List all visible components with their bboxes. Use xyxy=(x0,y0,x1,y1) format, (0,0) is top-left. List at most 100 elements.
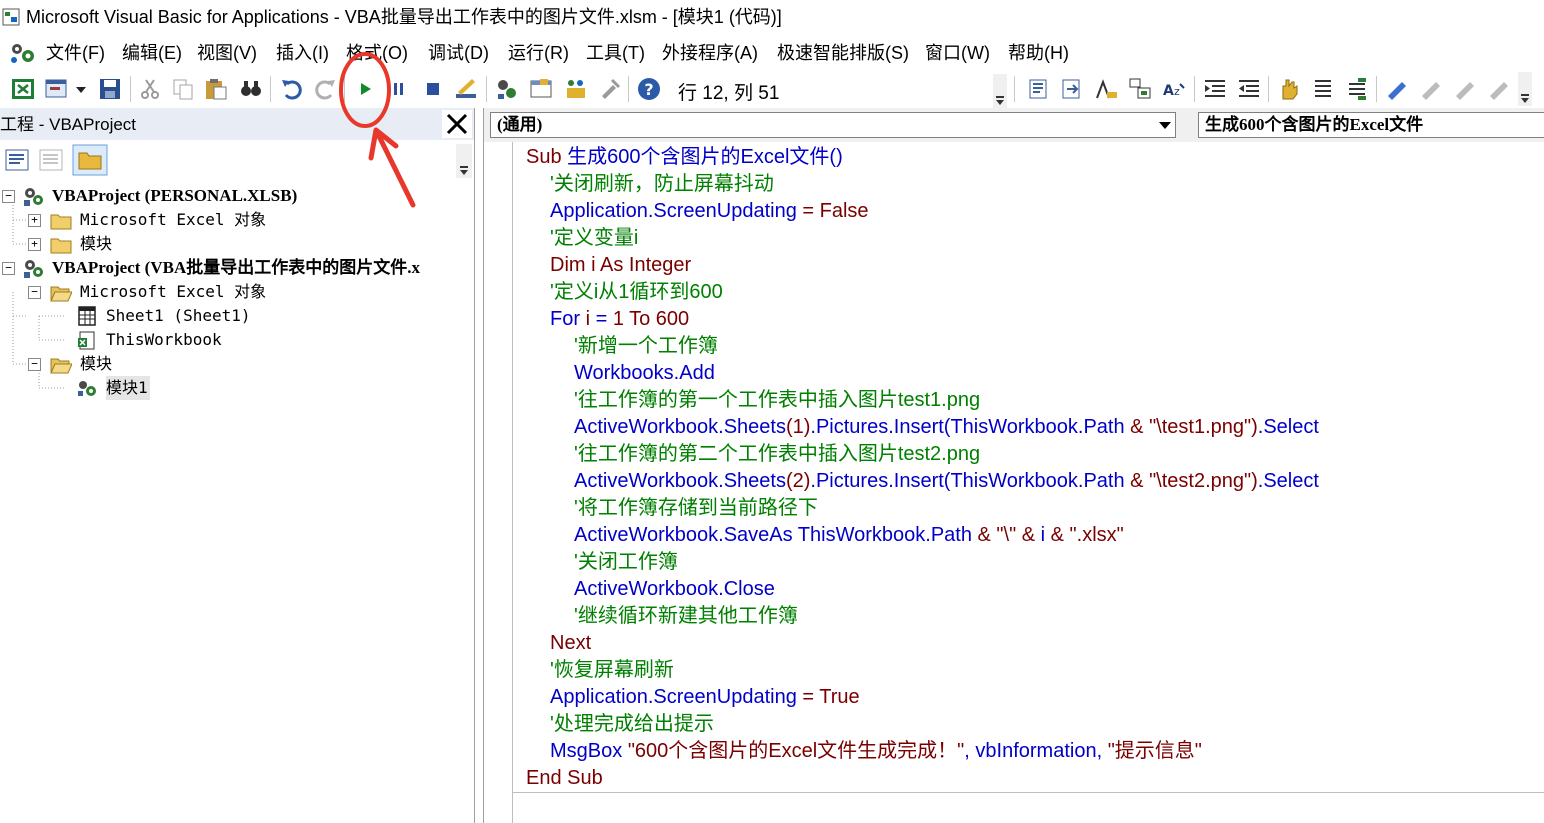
tree-toggle[interactable]: + xyxy=(28,238,41,251)
list-properties-icon[interactable] xyxy=(1026,76,1052,102)
toggle-bookmark-icon[interactable] xyxy=(1384,76,1410,102)
tree-toggle[interactable]: − xyxy=(28,358,41,371)
code-token: End Sub xyxy=(526,767,603,789)
vba-project-icon xyxy=(24,260,43,278)
view-excel-icon[interactable] xyxy=(10,76,36,102)
window-title: Microsoft Visual Basic for Applications … xyxy=(26,7,782,27)
object-dropdown[interactable]: (通用) xyxy=(490,112,1176,138)
cut-icon[interactable] xyxy=(137,76,163,102)
save-icon[interactable] xyxy=(97,76,123,102)
margin-indicator-bar[interactable] xyxy=(484,142,513,823)
code-editor[interactable]: Sub 生成600个含图片的Excel文件() '关闭刷新，防止屏幕抖动 Appli… xyxy=(484,142,1544,823)
complete-word-icon[interactable]: Az xyxy=(1161,76,1187,102)
horizontal-scrollbar[interactable] xyxy=(512,792,1544,823)
code-token: Application.ScreenUpdating xyxy=(550,200,797,222)
tree-toggle[interactable]: + xyxy=(28,214,41,227)
project-explorer-icon[interactable] xyxy=(494,76,520,102)
menu-smart-layout[interactable]: 极速智能排版(S) xyxy=(777,41,909,65)
tree-item-label[interactable]: Sheet1 (Sheet1) xyxy=(106,304,251,328)
menu-tools[interactable]: 工具(T) xyxy=(586,41,645,65)
code-line: '恢复屏幕刷新 xyxy=(550,657,674,684)
run-icon[interactable] xyxy=(352,76,378,102)
tree-item-label[interactable]: 模块 xyxy=(80,232,112,256)
project-explorer-header: 工程 - VBAProject xyxy=(0,108,476,140)
view-object-icon[interactable] xyxy=(38,148,64,172)
tree-item-label[interactable]: 模块 xyxy=(80,352,112,376)
insert-userform-icon[interactable] xyxy=(44,76,70,102)
tree-toggle[interactable]: − xyxy=(2,262,15,275)
menu-run[interactable]: 运行(R) xyxy=(508,41,569,65)
tree-item-label[interactable]: 模块1 xyxy=(106,376,150,400)
toggle-breakpoint-icon[interactable] xyxy=(1276,76,1302,102)
clear-bookmarks-icon[interactable] xyxy=(1486,76,1512,102)
stop-icon[interactable] xyxy=(420,76,446,102)
toolbar-overflow-icon[interactable] xyxy=(456,144,472,178)
redo-icon[interactable] xyxy=(312,76,338,102)
panel-splitter[interactable] xyxy=(474,108,484,823)
parameter-info-icon[interactable] xyxy=(1127,76,1153,102)
menu-format[interactable]: 格式(O) xyxy=(346,41,408,65)
menu-window[interactable]: 窗口(W) xyxy=(925,41,990,65)
code-token: '往工作簿的第二个工作表中插入图片test2.png xyxy=(574,443,981,465)
menu-debug[interactable]: 调试(D) xyxy=(428,41,489,65)
object-browser-icon[interactable] xyxy=(563,76,589,102)
tree-item-label[interactable]: VBAProject (PERSONAL.XLSB) xyxy=(52,184,297,208)
open-folder-icon xyxy=(50,286,72,302)
code-token: '处理完成给出提示 xyxy=(550,713,714,735)
code-token: '往工作簿的第一个工作表中插入图片test1.png xyxy=(574,389,981,411)
design-mode-icon[interactable] xyxy=(453,76,479,102)
previous-bookmark-icon[interactable] xyxy=(1452,76,1478,102)
uncomment-block-icon[interactable] xyxy=(1344,76,1370,102)
code-token: & "\test2.png") xyxy=(1124,470,1258,492)
comment-block-icon[interactable] xyxy=(1310,76,1336,102)
code-line: '将工作簿存储到当前路径下 xyxy=(574,495,818,522)
paste-icon[interactable] xyxy=(203,76,229,102)
code-token: "提示信息" xyxy=(1107,740,1202,762)
chevron-down-icon[interactable] xyxy=(72,76,90,102)
next-bookmark-icon[interactable] xyxy=(1418,76,1444,102)
outdent-icon[interactable] xyxy=(1236,76,1262,102)
copy-icon[interactable] xyxy=(170,76,196,102)
toggle-folders-icon[interactable] xyxy=(72,144,108,176)
menu-file[interactable]: 文件(F) xyxy=(46,41,105,65)
menu-edit[interactable]: 编辑(E) xyxy=(122,41,182,65)
code-line: ActiveWorkbook.Close xyxy=(574,576,775,603)
tree-item-label[interactable]: Microsoft Excel 对象 xyxy=(80,280,266,304)
menu-view[interactable]: 视图(V) xyxy=(197,41,257,65)
properties-window-icon[interactable] xyxy=(528,76,554,102)
pause-icon[interactable] xyxy=(386,76,412,102)
tree-toggle[interactable]: − xyxy=(2,190,15,203)
tree-item-label[interactable]: VBAProject (VBA批量导出工作表中的图片文件.x xyxy=(52,256,420,280)
menu-addins[interactable]: 外接程序(A) xyxy=(662,41,758,65)
toolbox-icon[interactable] xyxy=(597,76,623,102)
project-tree: − VBAProject (PERSONAL.XLSB) + Microsoft Ex… xyxy=(0,180,476,823)
indent-icon[interactable] xyxy=(1202,76,1228,102)
vba-project-icon[interactable] xyxy=(8,40,38,66)
code-line: For i = 1 To 600 xyxy=(550,306,689,333)
view-code-icon[interactable] xyxy=(4,148,30,172)
tree-toggle[interactable]: − xyxy=(28,286,41,299)
close-icon[interactable] xyxy=(442,110,472,138)
standard-toolbar: ? 行 12, 列 51 Az xyxy=(0,70,1544,110)
procedure-dropdown[interactable]: 生成600个含图片的Excel文件 xyxy=(1198,112,1544,138)
code-token: '定义变量i xyxy=(550,227,639,249)
find-icon[interactable] xyxy=(238,76,264,102)
toolbar-overflow-icon[interactable] xyxy=(1518,72,1532,106)
folder-icon xyxy=(50,214,72,230)
menu-insert[interactable]: 插入(I) xyxy=(276,41,329,65)
tree-item-label[interactable]: ThisWorkbook xyxy=(106,328,222,352)
quick-info-icon[interactable] xyxy=(1093,76,1119,102)
code-token: ActiveWorkbook.SaveAs ThisWorkbook.Path xyxy=(574,524,972,546)
code-line: Sub 生成600个含图片的Excel文件() xyxy=(526,144,843,171)
code-token: '新增一个工作簿 xyxy=(574,335,718,357)
toolbar-overflow-icon[interactable] xyxy=(993,74,1007,108)
menu-help[interactable]: 帮助(H) xyxy=(1008,41,1069,65)
code-token: Application.ScreenUpdating xyxy=(550,686,797,708)
tree-item-label[interactable]: Microsoft Excel 对象 xyxy=(80,208,266,232)
chevron-down-icon[interactable] xyxy=(1159,122,1171,129)
undo-icon[interactable] xyxy=(279,76,305,102)
code-token: 1 To 600 xyxy=(612,308,690,330)
help-icon[interactable]: ? xyxy=(636,76,662,102)
list-constants-icon[interactable] xyxy=(1059,76,1085,102)
code-token: = xyxy=(796,686,820,708)
